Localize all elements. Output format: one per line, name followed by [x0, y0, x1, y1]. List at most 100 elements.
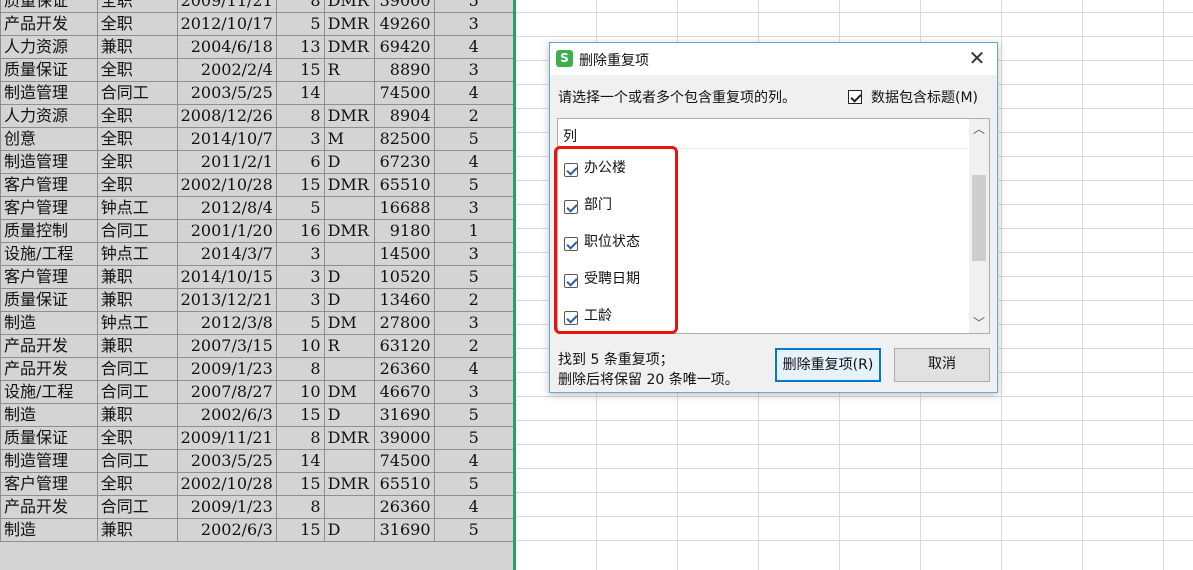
cell-hire-date[interactable]: 2001/1/20 — [176, 219, 277, 243]
cell-department[interactable]: 设施/工程 — [0, 380, 98, 404]
cell-code[interactable] — [323, 495, 375, 519]
cell-hire-date[interactable]: 2003/5/25 — [176, 81, 277, 105]
cell-code[interactable]: D — [323, 518, 375, 542]
cell-salary[interactable]: 16688 — [373, 196, 435, 220]
column-checkbox[interactable] — [564, 273, 578, 288]
cell-department[interactable]: 客户管理 — [0, 472, 98, 496]
cell-salary[interactable]: 39000 — [373, 0, 435, 13]
cell-years[interactable]: 8 — [275, 426, 325, 450]
cell-department[interactable]: 质量保证 — [0, 0, 98, 13]
cell-salary[interactable]: 14500 — [373, 242, 435, 266]
cell-department[interactable]: 创意 — [0, 127, 98, 151]
cell-salary[interactable]: 82500 — [373, 127, 435, 151]
cell-status[interactable]: 全职 — [96, 173, 178, 197]
cell-hire-date[interactable]: 2014/10/15 — [176, 265, 277, 289]
cell-salary[interactable]: 31690 — [373, 403, 435, 427]
cell-status[interactable]: 全职 — [96, 150, 178, 174]
cell-code[interactable]: R — [323, 58, 375, 82]
cell-status[interactable]: 全职 — [96, 127, 178, 151]
cell-rating[interactable]: 3 — [433, 58, 514, 82]
cell-status[interactable]: 钟点工 — [96, 196, 178, 220]
cell-hire-date[interactable]: 2007/8/27 — [176, 380, 277, 404]
cancel-button[interactable]: 取消 — [894, 348, 990, 382]
cell-years[interactable]: 5 — [275, 311, 325, 335]
column-checkbox[interactable] — [564, 310, 578, 325]
cell-hire-date[interactable]: 2009/11/21 — [176, 426, 277, 450]
cell-status[interactable]: 钟点工 — [96, 311, 178, 335]
cell-years[interactable]: 6 — [275, 150, 325, 174]
column-checkbox[interactable] — [564, 236, 578, 251]
cell-department[interactable]: 客户管理 — [0, 173, 98, 197]
cell-rating[interactable]: 4 — [433, 150, 514, 174]
cell-code[interactable] — [323, 449, 375, 473]
cell-years[interactable]: 15 — [275, 173, 325, 197]
cell-years[interactable]: 5 — [275, 12, 325, 36]
cell-department[interactable]: 制造管理 — [0, 449, 98, 473]
cell-rating[interactable]: 5 — [433, 265, 514, 289]
cell-hire-date[interactable]: 2013/12/21 — [176, 288, 277, 312]
header-checkbox-label[interactable]: 数据包含标题(M) — [871, 87, 978, 107]
cell-years[interactable]: 8 — [275, 495, 325, 519]
cell-department[interactable]: 产品开发 — [0, 334, 98, 358]
cell-rating[interactable]: 4 — [433, 357, 514, 381]
cell-hire-date[interactable]: 2009/1/23 — [176, 495, 277, 519]
cell-department[interactable]: 质量保证 — [0, 58, 98, 82]
cell-hire-date[interactable]: 2009/11/21 — [176, 0, 277, 13]
cell-code[interactable]: DMR — [323, 12, 375, 36]
cell-code[interactable]: DMR — [323, 219, 375, 243]
cell-salary[interactable]: 13460 — [373, 288, 435, 312]
cell-department[interactable]: 人力资源 — [0, 104, 98, 128]
cell-department[interactable]: 制造 — [0, 311, 98, 335]
cell-department[interactable]: 制造管理 — [0, 150, 98, 174]
cell-rating[interactable]: 1 — [433, 219, 514, 243]
cell-hire-date[interactable]: 2002/10/28 — [176, 472, 277, 496]
scroll-up-icon[interactable]: ︿ — [969, 119, 989, 139]
cell-status[interactable]: 兼职 — [96, 288, 178, 312]
cell-hire-date[interactable]: 2002/2/4 — [176, 58, 277, 82]
cell-salary[interactable]: 49260 — [373, 12, 435, 36]
cell-status[interactable]: 合同工 — [96, 219, 178, 243]
cell-salary[interactable]: 65510 — [373, 173, 435, 197]
cell-salary[interactable]: 74500 — [373, 81, 435, 105]
cell-status[interactable]: 合同工 — [96, 357, 178, 381]
cell-rating[interactable]: 4 — [433, 35, 514, 59]
cell-code[interactable]: M — [323, 127, 375, 151]
cell-department[interactable]: 产品开发 — [0, 12, 98, 36]
cell-salary[interactable]: 46670 — [373, 380, 435, 404]
cell-code[interactable]: DMR — [323, 35, 375, 59]
cell-rating[interactable]: 3 — [433, 196, 514, 220]
cell-hire-date[interactable]: 2008/12/26 — [176, 104, 277, 128]
cell-rating[interactable]: 2 — [433, 334, 514, 358]
cell-department[interactable]: 客户管理 — [0, 196, 98, 220]
cell-rating[interactable]: 5 — [433, 472, 514, 496]
close-icon[interactable]: ✕ — [967, 47, 987, 69]
cell-status[interactable]: 兼职 — [96, 265, 178, 289]
cell-years[interactable]: 15 — [275, 472, 325, 496]
cell-status[interactable]: 全职 — [96, 472, 178, 496]
column-item[interactable]: 部门 — [564, 196, 612, 216]
cell-hire-date[interactable]: 2011/2/1 — [176, 150, 277, 174]
cell-department[interactable]: 制造管理 — [0, 81, 98, 105]
cell-rating[interactable]: 4 — [433, 495, 514, 519]
scroll-thumb[interactable] — [972, 175, 986, 261]
cell-salary[interactable]: 69420 — [373, 35, 435, 59]
cell-salary[interactable]: 26360 — [373, 495, 435, 519]
cell-rating[interactable]: 4 — [433, 449, 514, 473]
cell-code[interactable] — [323, 357, 375, 381]
cell-code[interactable]: DM — [323, 311, 375, 335]
column-item[interactable]: 办公楼 — [564, 159, 626, 179]
cell-code[interactable]: DMR — [323, 472, 375, 496]
cell-status[interactable]: 合同工 — [96, 380, 178, 404]
cell-department[interactable]: 人力资源 — [0, 35, 98, 59]
column-item[interactable]: 受聘日期 — [564, 270, 640, 290]
column-item[interactable]: 工龄 — [564, 307, 612, 327]
cell-status[interactable]: 兼职 — [96, 334, 178, 358]
cell-hire-date[interactable]: 2007/3/15 — [176, 334, 277, 358]
cell-status[interactable]: 全职 — [96, 426, 178, 450]
cell-years[interactable]: 8 — [275, 0, 325, 13]
column-list-scrollbar[interactable]: ︿ ﹀ — [969, 119, 989, 333]
cell-code[interactable]: DM — [323, 380, 375, 404]
cell-status[interactable]: 兼职 — [96, 403, 178, 427]
cell-department[interactable]: 产品开发 — [0, 495, 98, 519]
cell-years[interactable]: 3 — [275, 265, 325, 289]
